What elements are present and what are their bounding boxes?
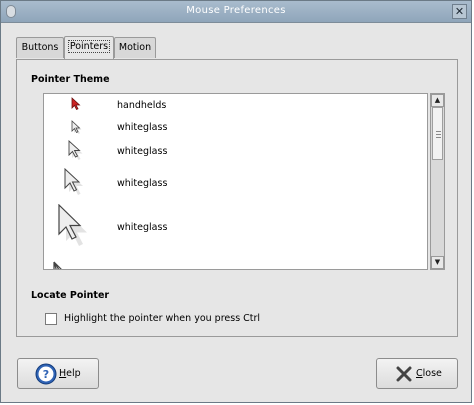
- list-item[interactable]: whiteglass: [44, 116, 427, 138]
- list-item-label: whiteglass: [117, 222, 168, 233]
- title-bar[interactable]: Mouse Preferences ✕: [1, 1, 471, 23]
- tab-motion[interactable]: Motion: [114, 37, 156, 58]
- mouse-preferences-window: Mouse Preferences ✕ Buttons Pointers Mot…: [0, 0, 472, 403]
- list-item[interactable]: [44, 256, 427, 269]
- help-icon: ?: [35, 363, 57, 385]
- svg-text:?: ?: [43, 368, 49, 381]
- highlight-pointer-label[interactable]: Highlight the pointer when you press Ctr…: [64, 313, 260, 324]
- list-item-label: whiteglass: [117, 146, 168, 157]
- partial-arrow-cursor-icon: [53, 261, 62, 269]
- list-item[interactable]: whiteglass: [44, 138, 427, 164]
- list-item[interactable]: handhelds: [44, 94, 427, 116]
- help-button[interactable]: ? Help: [17, 358, 99, 389]
- window-close-icon[interactable]: ✕: [452, 4, 467, 19]
- list-item[interactable]: whiteglass: [44, 164, 427, 200]
- tab-pointers[interactable]: Pointers: [64, 36, 114, 59]
- tab-buttons-label: Buttons: [21, 42, 59, 53]
- close-label: lose: [422, 368, 442, 379]
- scroll-down-arrow-icon[interactable]: ▼: [431, 256, 444, 269]
- list-item[interactable]: whiteglass: [44, 200, 427, 256]
- close-icon: [396, 366, 412, 382]
- scrollbar-thumb[interactable]: [432, 107, 443, 160]
- pointer-theme-heading: Pointer Theme: [31, 74, 110, 85]
- small-arrow-cursor-icon: [71, 120, 82, 134]
- help-label: elp: [66, 368, 81, 379]
- close-mnemonic: C: [416, 368, 423, 379]
- pointer-theme-list[interactable]: handhelds whiteglass whiteglass whitegla…: [43, 93, 428, 270]
- close-button[interactable]: Close: [376, 358, 458, 389]
- scroll-up-arrow-icon[interactable]: ▲: [431, 94, 444, 107]
- red-arrow-cursor-icon: [71, 97, 81, 111]
- tab-pointers-label: Pointers: [67, 40, 111, 53]
- medium-arrow-cursor-icon: [68, 140, 83, 160]
- locate-pointer-heading: Locate Pointer: [31, 290, 110, 301]
- list-item-label: whiteglass: [117, 178, 168, 189]
- highlight-pointer-checkbox[interactable]: [45, 313, 57, 325]
- tab-motion-label: Motion: [118, 42, 152, 53]
- list-item-label: handhelds: [117, 100, 167, 111]
- window-title: Mouse Preferences: [186, 5, 286, 16]
- theme-list-scrollbar[interactable]: ▲ ▼: [430, 93, 445, 270]
- list-item-label: whiteglass: [117, 122, 168, 133]
- xlarge-arrow-cursor-icon: [58, 204, 87, 246]
- tab-buttons[interactable]: Buttons: [16, 37, 64, 58]
- large-arrow-cursor-icon: [64, 168, 83, 195]
